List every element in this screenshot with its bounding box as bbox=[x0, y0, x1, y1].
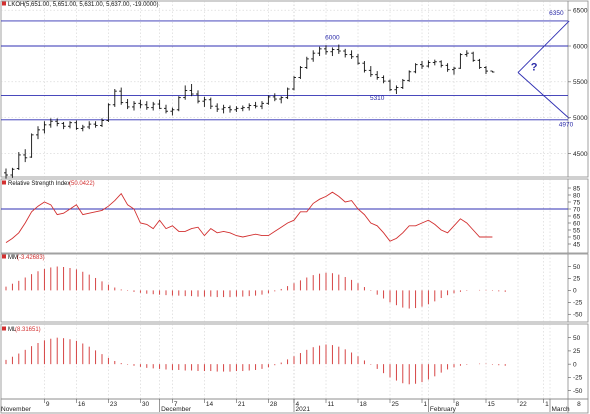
ml-legend: ML (8.31651) bbox=[2, 326, 41, 333]
price-legend: LKOH (5,651.00, 5,651.00, 5,631.00, 5,63… bbox=[2, 1, 158, 8]
rsi-y-tick-label: 50 bbox=[573, 234, 581, 241]
rsi-legend-values: (50.0422) bbox=[69, 181, 95, 187]
date-tick-label: November bbox=[1, 406, 32, 413]
price-legend-values: (5,651.00, 5,651.00, 5,631.00, 5,637.00,… bbox=[24, 2, 158, 8]
date-tick-label: 22 bbox=[520, 401, 528, 408]
level-label: 6000 bbox=[325, 35, 340, 42]
date-tick-label: 30 bbox=[142, 401, 150, 408]
mm-legend: MM (-3.42683) bbox=[2, 254, 45, 261]
mm-legend-swatch bbox=[2, 254, 6, 259]
ml-y-tick-label: -50 bbox=[573, 388, 583, 395]
mm-legend-values: (-3.42683) bbox=[17, 255, 45, 261]
date-tick-label: 18 bbox=[360, 401, 368, 408]
stock-chart: 6350600053104970?45005000550060006500 LK… bbox=[0, 0, 590, 414]
date-tick-label: 8 bbox=[456, 401, 460, 408]
price-legend-name: LKOH bbox=[8, 2, 24, 8]
mm-y-tick-label: 0 bbox=[573, 288, 577, 295]
date-tick-label: March bbox=[552, 406, 570, 413]
date-tick-label: 7 bbox=[174, 401, 178, 408]
date-tick-label: 23 bbox=[110, 401, 118, 408]
level-label: 6350 bbox=[549, 10, 564, 17]
question-mark-annotation: ? bbox=[531, 61, 538, 73]
date-tick-label: 9 bbox=[46, 401, 50, 408]
price-y-tick-label: 6500 bbox=[573, 7, 588, 14]
date-tick-label: 11 bbox=[328, 401, 335, 408]
date-tick-label: 14 bbox=[206, 401, 214, 408]
mm-y-tick-label: 25 bbox=[573, 276, 581, 283]
mm-y-tick-label: -50 bbox=[573, 312, 583, 319]
rsi-legend-name: Relative Strength Index bbox=[8, 181, 70, 187]
rsi-legend-swatch bbox=[2, 180, 6, 185]
ml-legend-values: (8.31651) bbox=[15, 327, 41, 333]
rsi-y-tick-label: 55 bbox=[573, 227, 581, 234]
rsi-y-tick-label: 65 bbox=[573, 213, 581, 220]
price-y-tick-label: 4500 bbox=[573, 151, 588, 158]
date-tick-label: 4 bbox=[296, 401, 300, 408]
ml-legend-swatch bbox=[2, 326, 6, 331]
price-y-tick-label: 5500 bbox=[573, 79, 588, 86]
date-tick-label: 1 bbox=[545, 401, 549, 408]
rsi-y-tick-label: 60 bbox=[573, 220, 581, 227]
ml-y-tick-label: 50 bbox=[573, 335, 581, 342]
date-tick-label: 21 bbox=[238, 401, 246, 408]
level-label: 4970 bbox=[559, 121, 574, 128]
rsi-y-tick-label: 85 bbox=[573, 185, 581, 192]
rsi-y-tick-label: 45 bbox=[573, 241, 581, 248]
rsi-y-tick-label: 70 bbox=[573, 206, 581, 213]
price-legend-swatch bbox=[2, 1, 6, 6]
date-tick-label: 16 bbox=[78, 401, 86, 408]
price-y-tick-label: 5000 bbox=[573, 115, 588, 122]
date-tick-label: 15 bbox=[488, 401, 496, 408]
ml-y-tick-label: 0 bbox=[573, 361, 577, 368]
ml-y-tick-label: 25 bbox=[573, 348, 581, 355]
mm-y-tick-label: 50 bbox=[573, 264, 581, 271]
chart-window: 6350 6000 5310 4970? 4500 5000 5500 6000 6500 LK… bbox=[0, 0, 590, 414]
rsi-y-tick-label: 80 bbox=[573, 192, 581, 199]
rsi-y-tick-label: 75 bbox=[573, 199, 581, 206]
ml-y-tick-label: -25 bbox=[573, 375, 583, 382]
price-y-tick-label: 6000 bbox=[573, 43, 588, 50]
chart-background bbox=[0, 0, 590, 414]
mm-y-tick-label: -25 bbox=[573, 300, 583, 307]
rsi-legend: Relative Strength Index (50.0422) bbox=[2, 180, 95, 187]
date-tick-label: 28 bbox=[270, 401, 278, 408]
date-tick-label: February bbox=[430, 406, 457, 413]
level-label: 5310 bbox=[370, 95, 385, 102]
date-tick-label: 1 bbox=[424, 401, 428, 408]
date-tick-label: 25 bbox=[392, 401, 400, 408]
date-tick-label: 8 bbox=[577, 401, 581, 408]
